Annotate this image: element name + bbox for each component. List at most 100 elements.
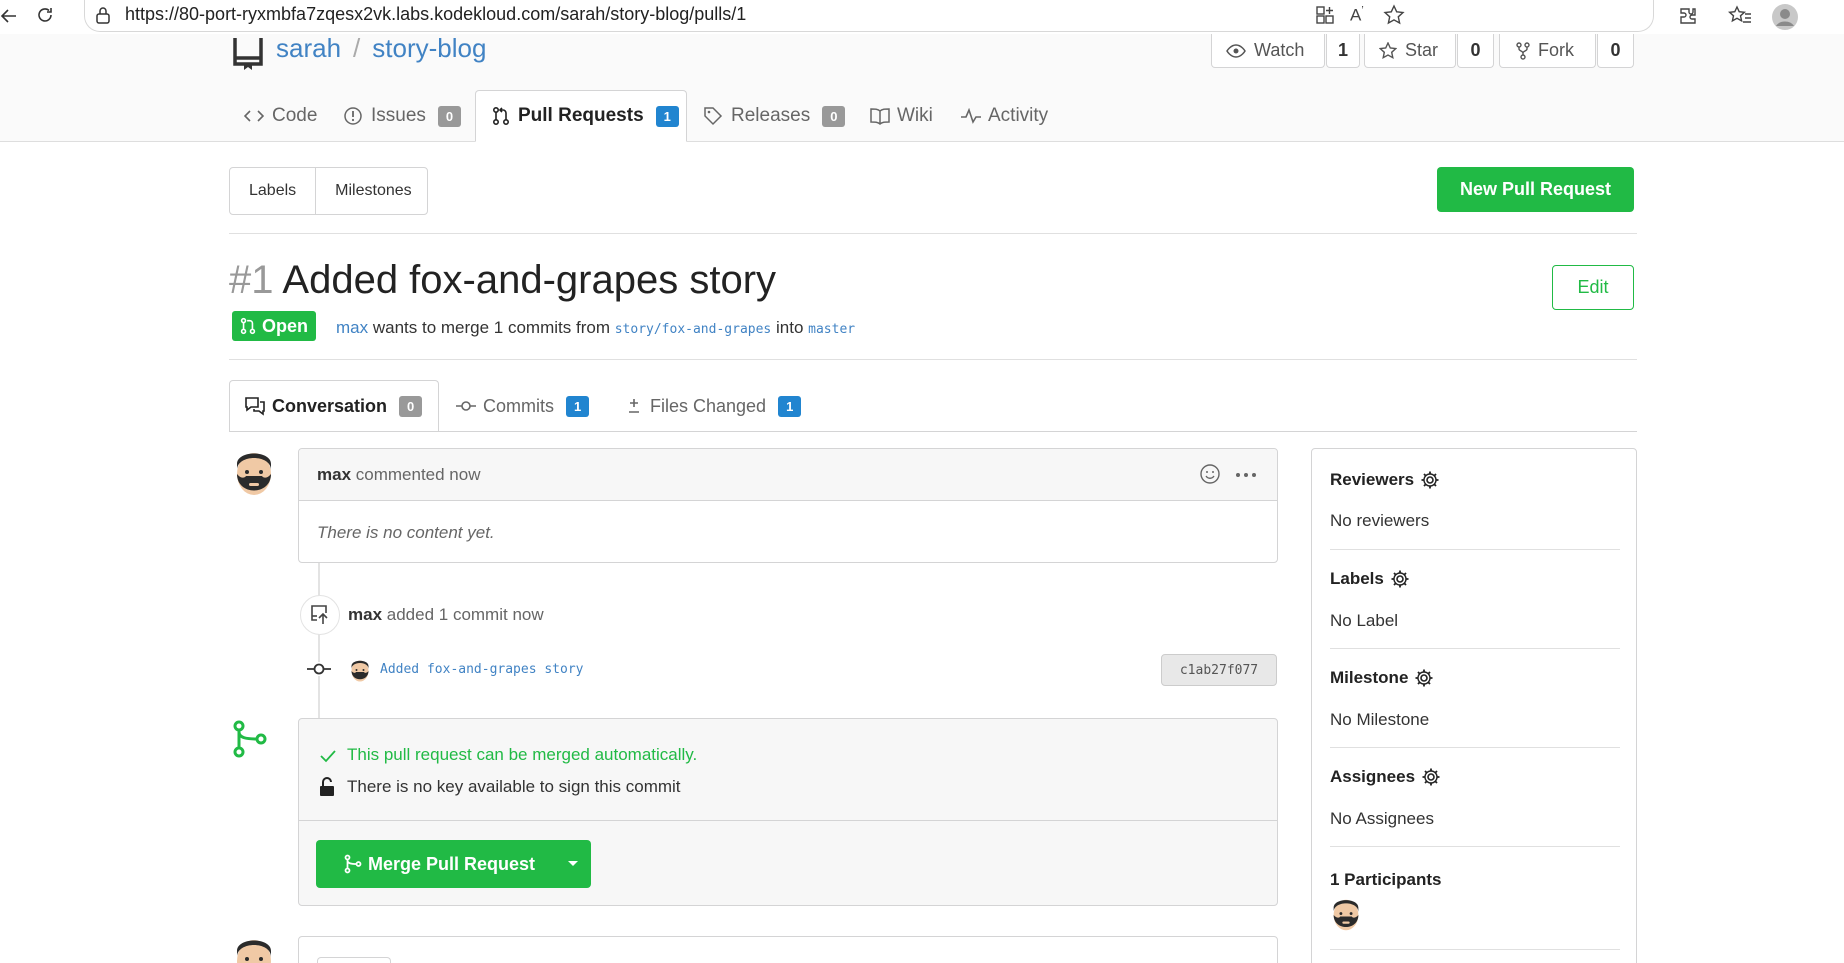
edit-button[interactable]: Edit <box>1552 265 1634 310</box>
signing-key-text: There is no key available to sign this c… <box>347 777 681 796</box>
merge-text: wants to merge 1 commits from <box>372 318 610 337</box>
divider <box>1330 648 1620 649</box>
pr-title-text: Added fox-and-grapes story <box>282 258 777 302</box>
divider <box>1330 549 1620 550</box>
divider <box>1330 846 1620 847</box>
tab-activity-label: Activity <box>988 105 1049 126</box>
comment-author[interactable]: max <box>317 465 351 484</box>
pull-request-icon <box>240 317 256 335</box>
star-count[interactable]: 0 <box>1457 34 1494 68</box>
author-link[interactable]: max <box>336 318 368 337</box>
divider <box>1330 949 1620 950</box>
extensions-icon[interactable] <box>1677 5 1699 27</box>
tab-files-changed-label: Files Changed <box>650 395 767 416</box>
commit-avatar[interactable] <box>349 658 371 684</box>
participant-avatar[interactable] <box>1330 896 1362 934</box>
more-options-icon[interactable] <box>1235 472 1257 478</box>
gear-icon[interactable] <box>1420 470 1440 490</box>
milestones-button[interactable]: Milestones <box>316 168 430 214</box>
profile-icon[interactable] <box>1771 3 1799 31</box>
tab-files-changed[interactable]: Files Changed 1 <box>626 380 802 432</box>
tab-commits[interactable]: Commits 1 <box>455 380 590 432</box>
url-text: https://80-port-ryxmbfa7zqesx2vk.labs.ko… <box>125 4 747 24</box>
participants-title: 1 Participants <box>1330 870 1442 889</box>
breadcrumb-separator: / <box>353 33 361 63</box>
tab-pull-requests[interactable]: Pull Requests 1 <box>475 90 687 142</box>
avatar[interactable] <box>232 448 276 495</box>
reviewers-header[interactable]: Reviewers <box>1330 470 1440 490</box>
chevron-down-icon[interactable] <box>567 860 579 868</box>
watch-label: Watch <box>1254 40 1305 60</box>
commit-message-link[interactable]: Added fox-and-grapes story <box>380 662 584 677</box>
tab-issues[interactable]: Issues 0 <box>343 90 462 142</box>
breadcrumb: sarah / story-blog <box>276 33 486 64</box>
avatar[interactable] <box>232 935 276 963</box>
tag-icon <box>703 106 723 126</box>
labels-header[interactable]: Labels <box>1330 569 1410 589</box>
repo-name-link[interactable]: story-blog <box>372 33 486 64</box>
files-count-badge: 1 <box>778 395 802 417</box>
commit-sha-button[interactable]: c1ab27f077 <box>1161 654 1277 686</box>
star-icon <box>1379 41 1397 60</box>
comments-icon <box>244 396 266 416</box>
watch-count[interactable]: 1 <box>1326 34 1360 68</box>
issues-count-badge: 0 <box>437 105 462 127</box>
tab-wiki[interactable]: Wiki <box>869 90 933 142</box>
merge-button-label: Merge Pull Request <box>368 853 536 874</box>
assignees-header[interactable]: Assignees <box>1330 767 1441 787</box>
repo-owner-link[interactable]: sarah <box>276 33 341 64</box>
tab-conversation[interactable]: Conversation 0 <box>229 380 439 432</box>
labels-button[interactable]: Labels <box>230 168 317 214</box>
push-author[interactable]: max <box>348 605 382 624</box>
favorite-star-icon[interactable] <box>1383 4 1405 26</box>
divider <box>299 820 1277 821</box>
tab-conversation-label: Conversation <box>272 395 388 416</box>
favorites-icon[interactable] <box>1728 5 1752 27</box>
refresh-icon[interactable] <box>35 5 55 25</box>
emoji-reaction-icon[interactable] <box>1199 463 1221 485</box>
tab-releases[interactable]: Releases 0 <box>703 90 846 142</box>
head-branch-link[interactable]: story/fox-and-grapes <box>615 322 772 337</box>
comment-header: max commented now <box>299 449 1277 501</box>
tab-code[interactable]: Code <box>244 90 317 142</box>
read-aloud-icon[interactable]: Aʼ <box>1350 5 1364 26</box>
new-pull-request-button[interactable]: New Pull Request <box>1437 167 1634 212</box>
divider <box>1330 747 1620 748</box>
tab-code-label: Code <box>272 105 318 126</box>
pulse-icon <box>960 108 982 124</box>
star-label: Star <box>1405 40 1439 60</box>
comment-action: commented now <box>355 465 481 484</box>
gear-icon[interactable] <box>1390 569 1410 589</box>
tab-divider <box>229 431 1637 432</box>
pull-request-icon <box>492 106 510 126</box>
check-icon <box>319 749 337 763</box>
pulls-count-badge: 1 <box>655 105 679 127</box>
merge-icon <box>344 854 362 874</box>
comment-body: There is no content yet. <box>317 523 495 542</box>
conversation-count-badge: 0 <box>399 395 423 417</box>
comment-tab[interactable] <box>317 957 391 963</box>
tab-activity[interactable]: Activity <box>960 90 1048 142</box>
repo-push-icon <box>300 595 340 635</box>
base-branch-link[interactable]: master <box>808 322 855 337</box>
page-title: #1 Added fox-and-grapes story <box>229 258 776 303</box>
tab-commits-label: Commits <box>483 395 554 416</box>
merge-pull-request-button[interactable]: Merge Pull Request <box>316 840 591 888</box>
timeline-line <box>318 563 320 723</box>
fork-button[interactable]: Fork <box>1499 34 1596 68</box>
browser-toolbar: Aʼ https://80-port-ryxmbfa7zqesx2vk.labs… <box>0 0 1844 34</box>
app-available-icon[interactable] <box>1315 5 1335 25</box>
gear-icon[interactable] <box>1421 767 1441 787</box>
fork-count[interactable]: 0 <box>1597 34 1634 68</box>
fork-icon <box>1516 41 1530 60</box>
milestone-header[interactable]: Milestone <box>1330 668 1434 688</box>
watch-button[interactable]: Watch <box>1211 34 1325 68</box>
lock-icon <box>95 6 111 24</box>
push-action: added 1 commit now <box>386 605 544 624</box>
star-button[interactable]: Star <box>1364 34 1456 68</box>
gear-icon[interactable] <box>1414 668 1434 688</box>
commit-icon <box>307 662 331 676</box>
repo-icon <box>232 36 264 70</box>
releases-count-badge: 0 <box>822 105 846 127</box>
back-icon[interactable] <box>0 7 18 25</box>
